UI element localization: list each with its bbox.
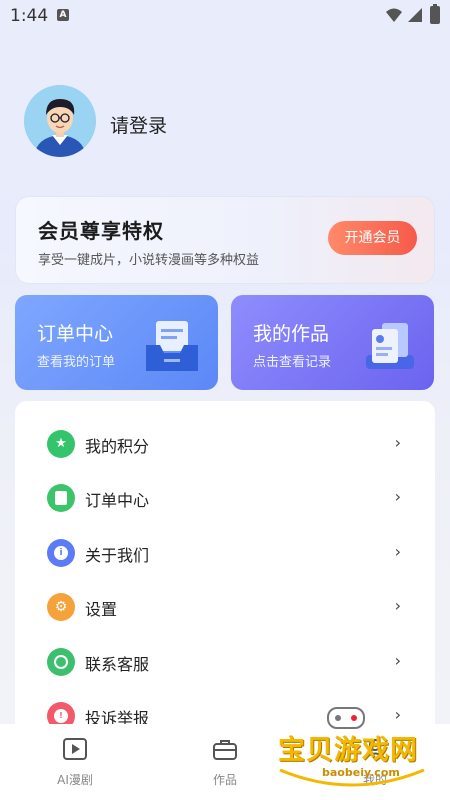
signal-icon <box>408 8 422 22</box>
battery-icon <box>430 4 440 24</box>
menu-list: ★ 我的积分 › 订单中心 › i 关于我们 › ⚙ 设置 › 联系客服 › !… <box>15 401 435 741</box>
status-time: 1:44 <box>10 6 49 26</box>
menu-item-label: 订单中心 <box>85 491 150 510</box>
info-icon: i <box>47 539 75 567</box>
chevron-right-icon: › <box>394 596 401 615</box>
headset-icon <box>47 648 75 676</box>
card-subtitle: 点击查看记录 <box>253 355 332 370</box>
tab-label: AI漫剧 <box>57 773 93 787</box>
menu-item-customer-service[interactable]: 联系客服 › <box>15 635 435 689</box>
gear-icon: ⚙ <box>47 593 75 621</box>
chevron-right-icon: › <box>394 651 401 670</box>
vip-subtitle: 享受一键成片，小说转漫画等多种权益 <box>38 253 260 268</box>
vip-title: 会员尊享特权 <box>38 219 164 243</box>
menu-item-label: 我的积分 <box>85 437 150 456</box>
card-title: 我的作品 <box>253 323 330 345</box>
card-subtitle: 查看我的订单 <box>37 355 116 370</box>
star-icon: ★ <box>47 430 75 458</box>
menu-item-label: 设置 <box>85 600 118 619</box>
menu-item-label: 联系客服 <box>85 655 150 674</box>
watermark-url: baobeiy.com <box>322 766 400 779</box>
avatar[interactable] <box>24 85 96 157</box>
watermark-text: 宝贝游戏网 <box>278 735 418 766</box>
open-vip-button[interactable]: 开通会员 <box>328 221 417 255</box>
watermark-logo: 宝贝游戏网 baobeiy.com <box>272 700 432 795</box>
clipboard-icon <box>47 484 75 512</box>
menu-item-order-center[interactable]: 订单中心 › <box>15 471 435 525</box>
wifi-icon <box>386 8 402 22</box>
notification-a-icon: A <box>57 9 69 21</box>
document-stack-icon <box>366 323 414 369</box>
briefcase-icon <box>213 740 237 760</box>
menu-item-about[interactable]: i 关于我们 › <box>15 526 435 580</box>
menu-item-label: 关于我们 <box>85 546 150 565</box>
play-icon <box>63 738 87 760</box>
menu-item-points[interactable]: ★ 我的积分 › <box>15 417 435 471</box>
order-center-card[interactable]: 订单中心 查看我的订单 <box>15 295 218 390</box>
avatar-illustration <box>24 85 96 157</box>
my-works-card[interactable]: 我的作品 点击查看记录 <box>231 295 434 390</box>
login-prompt[interactable]: 请登录 <box>110 111 167 138</box>
chevron-right-icon: › <box>394 487 401 506</box>
chevron-right-icon: › <box>394 542 401 561</box>
order-box-icon <box>146 321 198 371</box>
vip-banner[interactable]: 会员尊享特权 享受一键成片，小说转漫画等多种权益 开通会员 <box>15 196 435 284</box>
menu-item-settings[interactable]: ⚙ 设置 › <box>15 580 435 634</box>
status-bar: 1:44 A <box>0 0 450 32</box>
tab-ai-drama[interactable]: AI漫剧 <box>0 724 150 800</box>
card-title: 订单中心 <box>37 323 114 345</box>
chevron-right-icon: › <box>394 433 401 452</box>
